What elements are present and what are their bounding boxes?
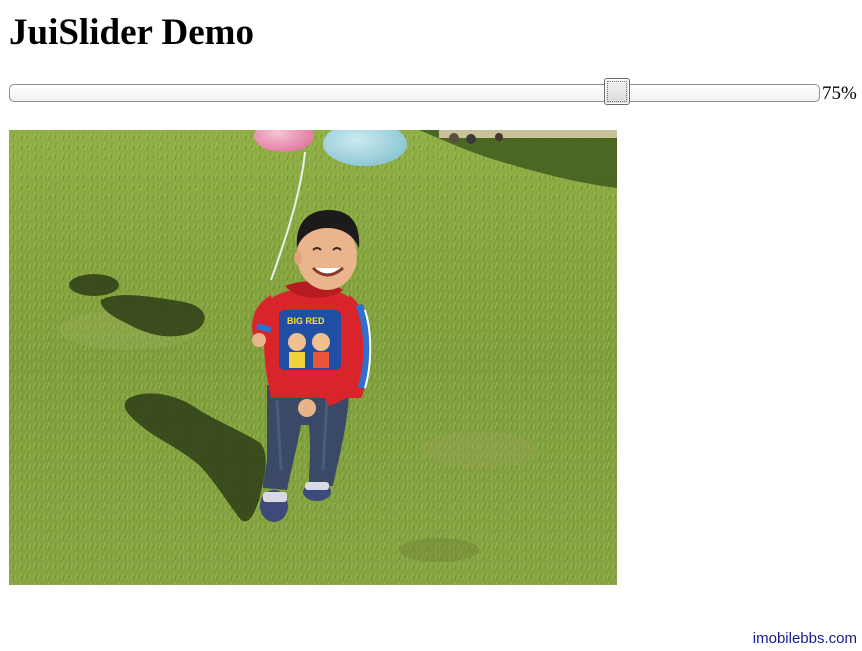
- photo-child-with-balloons: BIG RED: [9, 130, 617, 585]
- slider-track[interactable]: [9, 84, 820, 102]
- footer-site-link[interactable]: imobilebbs.com: [753, 630, 857, 648]
- slider-handle[interactable]: [604, 78, 631, 105]
- balloon-shadow-small: [69, 274, 119, 296]
- slider-value-label: 75%: [822, 83, 857, 104]
- page-title: JuiSlider Demo: [9, 12, 254, 53]
- svg-text:BIG RED: BIG RED: [287, 316, 325, 326]
